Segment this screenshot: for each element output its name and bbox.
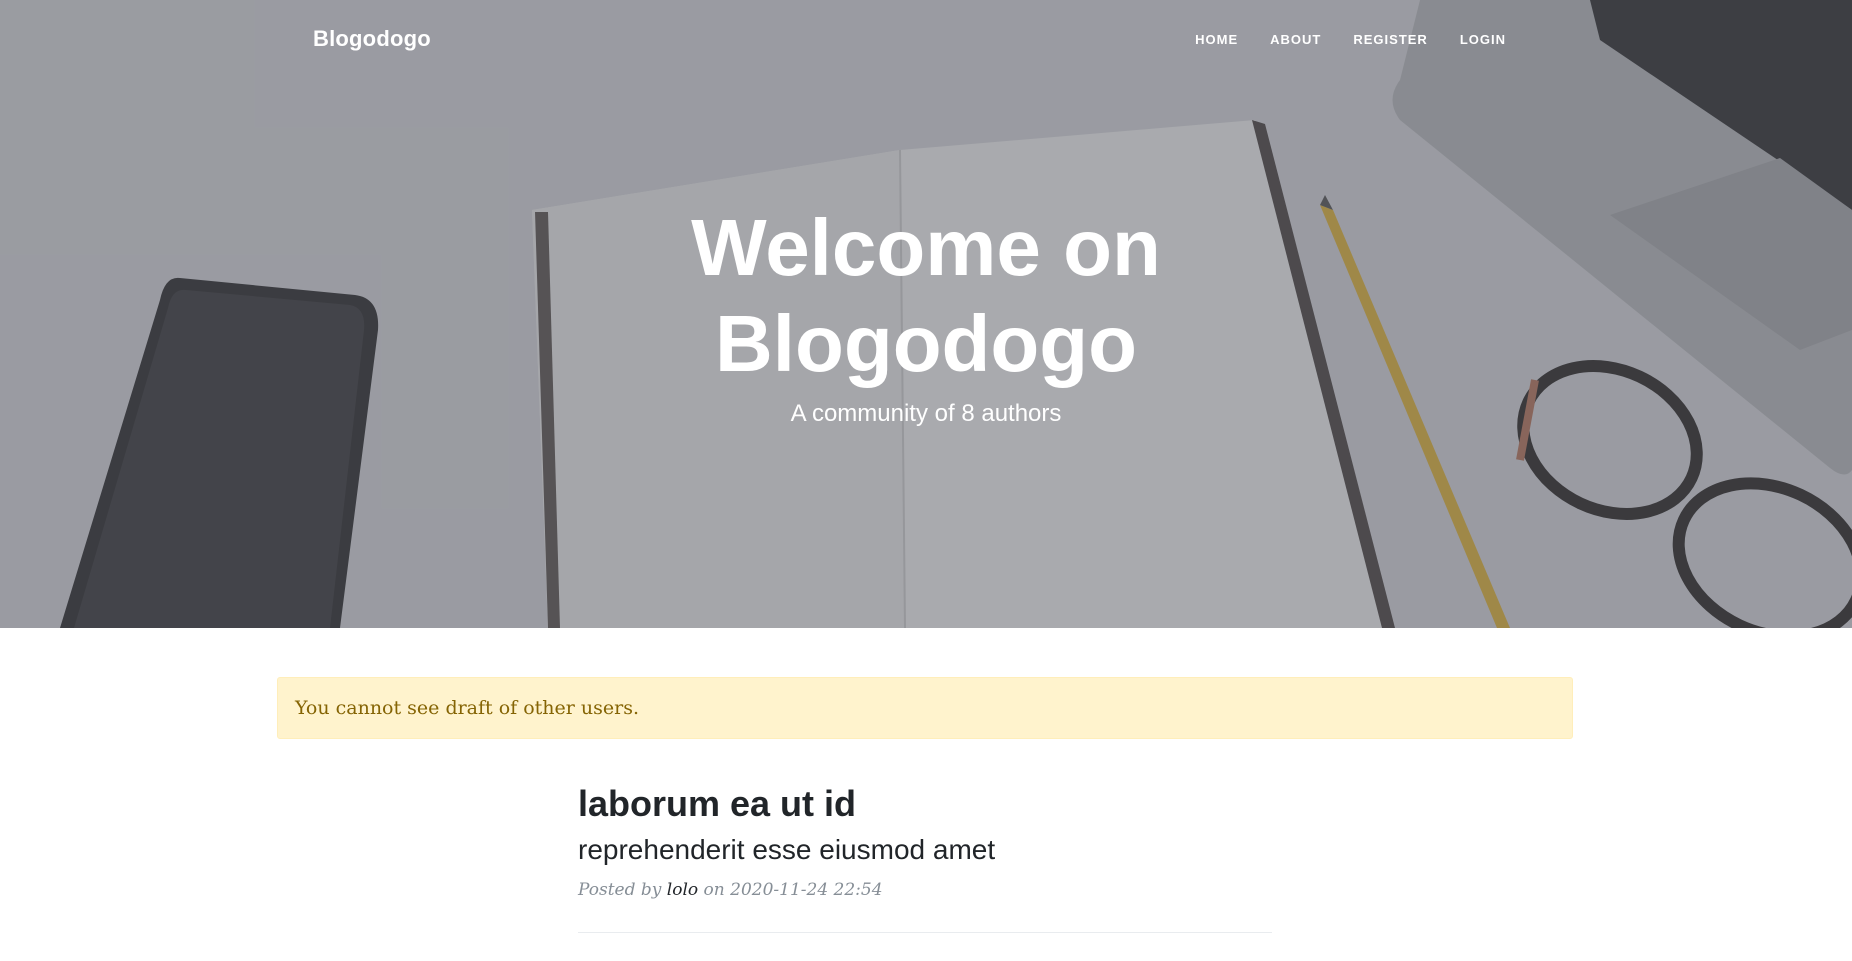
post-date-prefix: on xyxy=(703,880,725,900)
post-title-link[interactable]: laborum ea ut id xyxy=(578,782,1272,826)
post-meta: Posted by lolo on 2020-11-24 22:54 xyxy=(578,880,1272,900)
nav-register-link[interactable]: REGISTER xyxy=(1337,32,1443,47)
hero-title: Welcome on Blogodogo xyxy=(691,203,1161,388)
site-heading: Welcome on Blogodogo A community of 8 au… xyxy=(0,200,1852,428)
brand-logo-link[interactable]: Blogodogo xyxy=(313,26,431,52)
nav-links: HOME ABOUT REGISTER LOGIN xyxy=(1179,32,1522,47)
nav-login-link[interactable]: LOGIN xyxy=(1444,32,1522,47)
post-date: 2020-11-24 22:54 xyxy=(730,880,883,900)
post-author-link[interactable]: lolo xyxy=(667,880,698,900)
nav-about-link[interactable]: ABOUT xyxy=(1254,32,1337,47)
nav-home-link[interactable]: HOME xyxy=(1179,32,1254,47)
hero-header: Blogodogo HOME ABOUT REGISTER LOGIN Welc… xyxy=(0,0,1852,628)
hero-subtitle: A community of 8 authors xyxy=(790,400,1062,427)
post-divider xyxy=(578,932,1272,933)
warning-alert: You cannot see draft of other users. xyxy=(277,677,1573,739)
post-subtitle: reprehenderit esse eiusmod amet xyxy=(578,834,996,865)
main-navbar: Blogodogo HOME ABOUT REGISTER LOGIN xyxy=(0,0,1852,82)
post-meta-prefix: Posted by xyxy=(578,880,662,900)
post-preview: laborum ea ut id reprehenderit esse eius… xyxy=(578,782,1272,941)
